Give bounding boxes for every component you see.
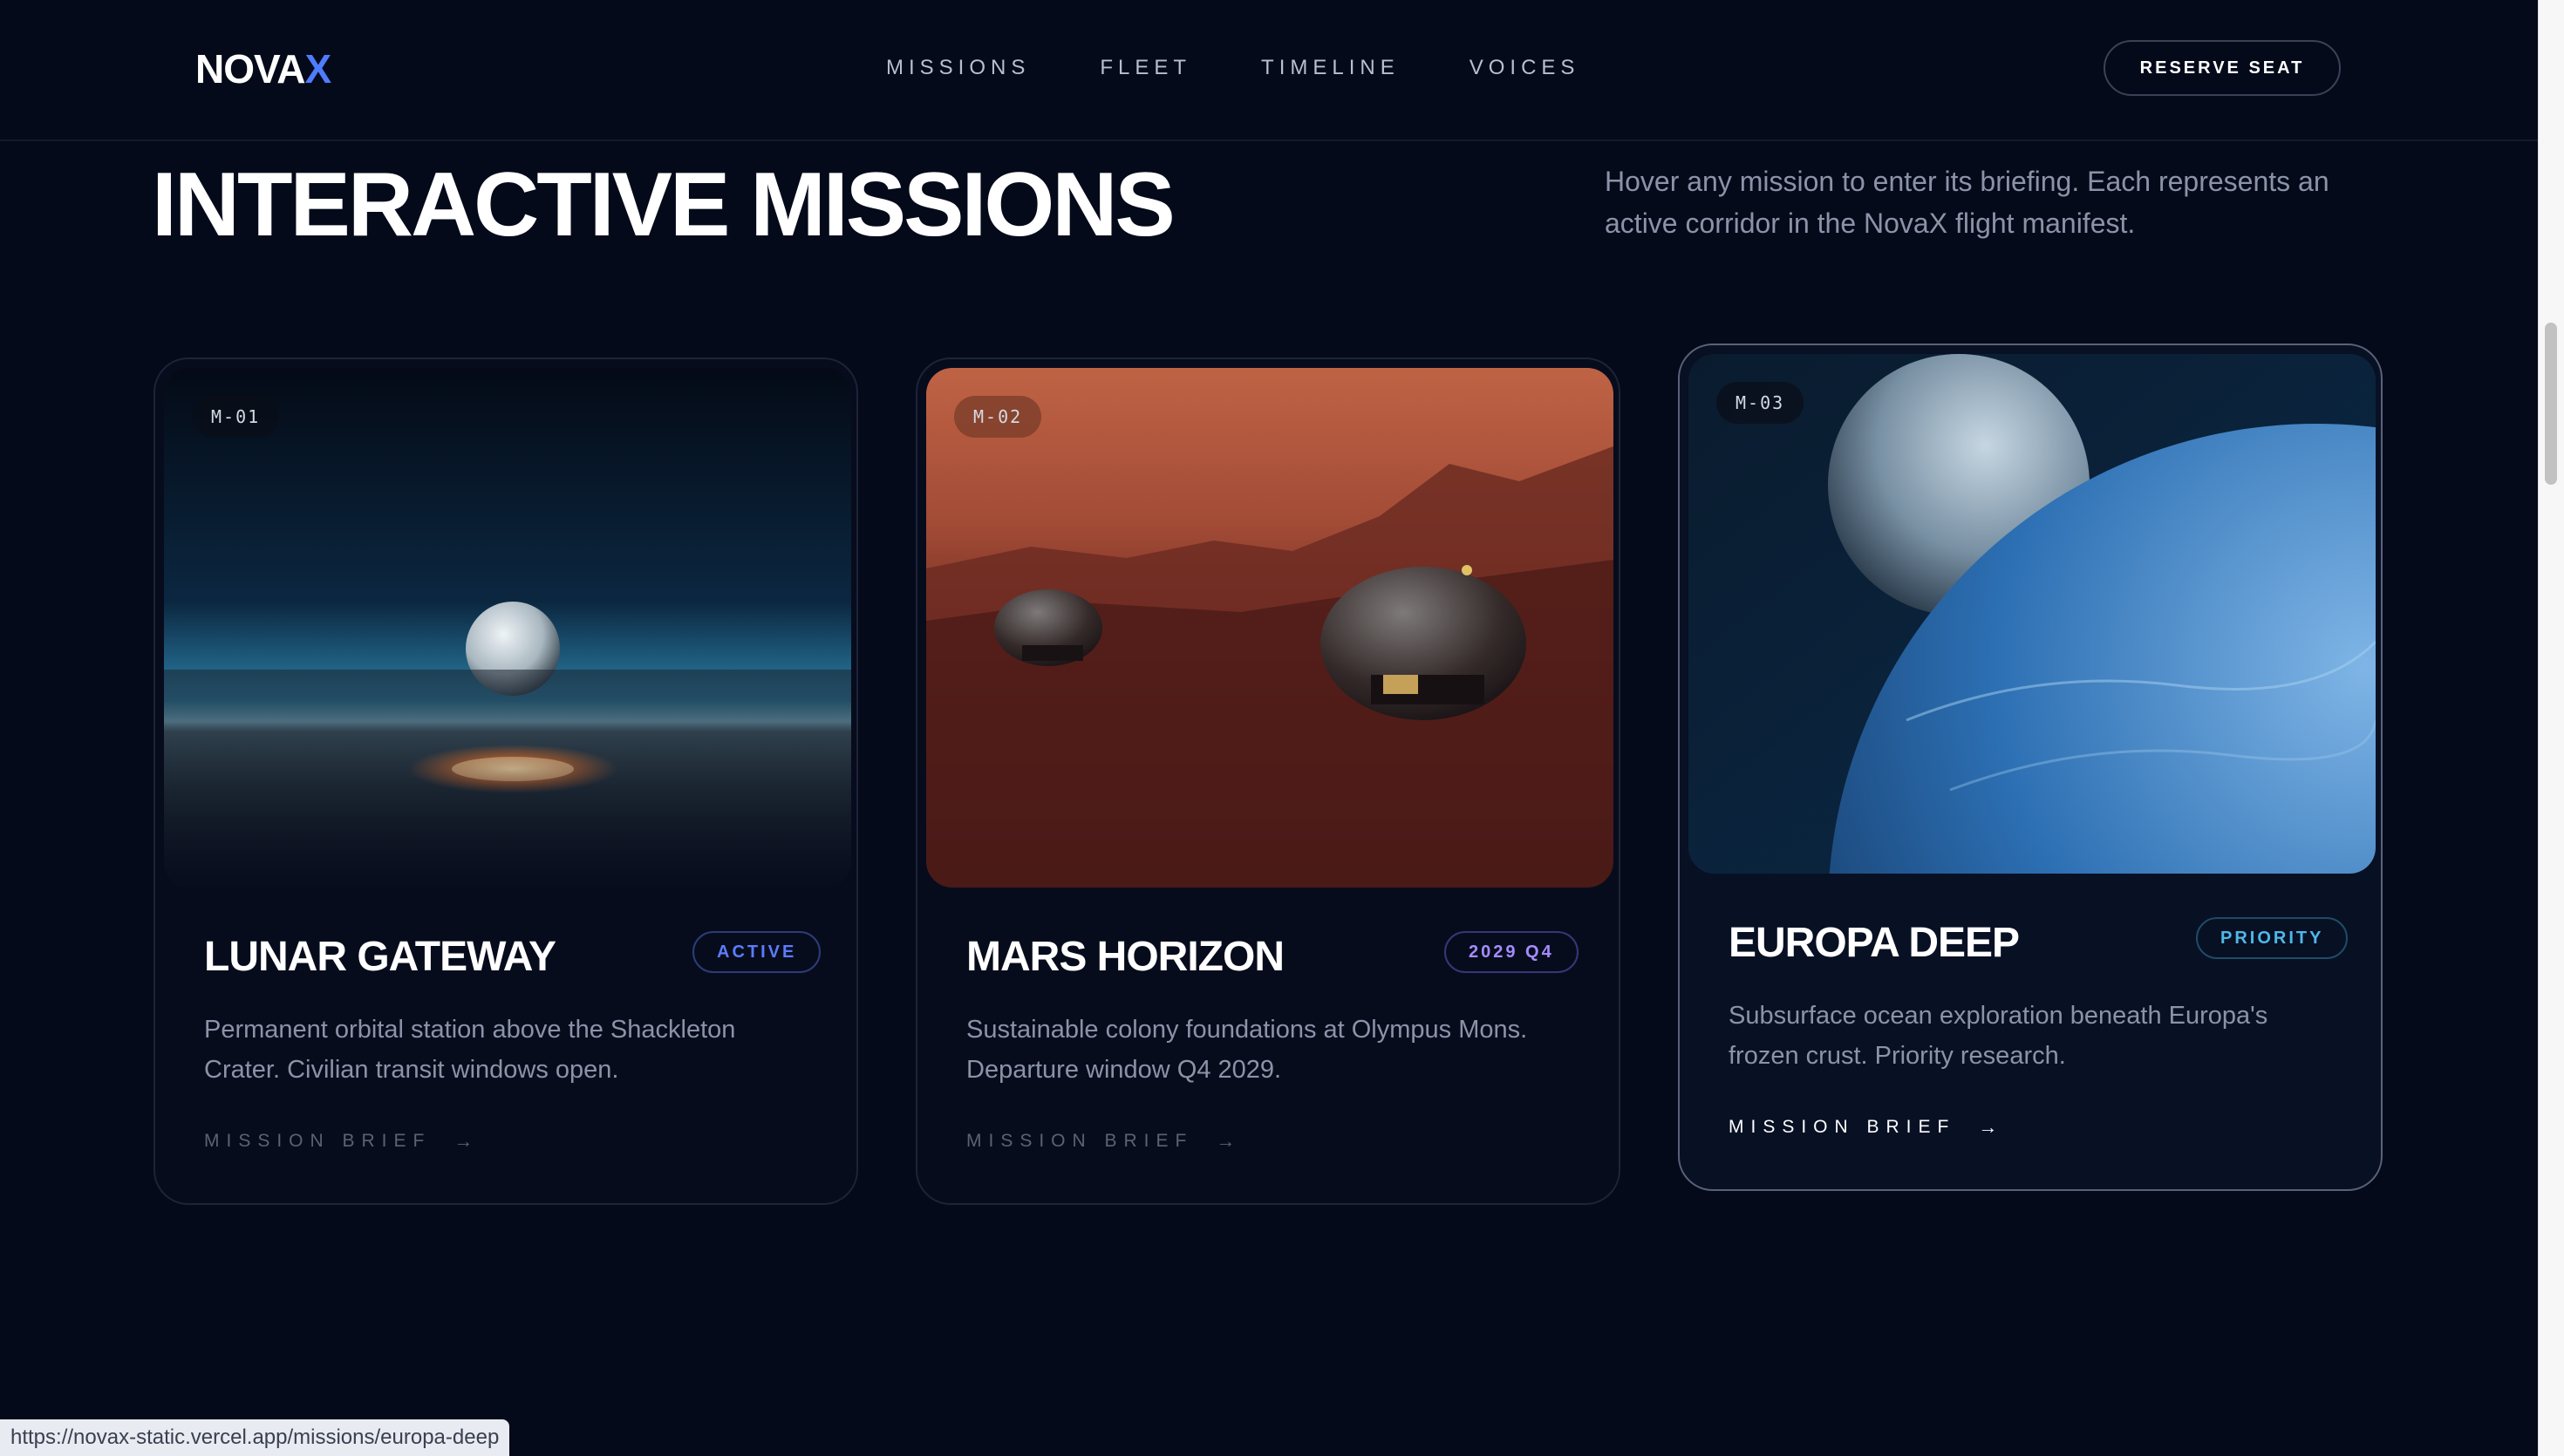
nav-voices[interactable]: VOICES	[1470, 56, 1580, 80]
mission-title: LUNAR GATEWAY	[204, 934, 556, 980]
status-badge: ACTIVE	[692, 931, 822, 973]
arrow-right-icon: →	[1978, 1116, 1998, 1138]
europa-planet-image	[1688, 354, 2376, 874]
mission-image-mars: M-02	[926, 368, 1613, 888]
mission-brief-label: MISSION BRIEF	[966, 1131, 1194, 1151]
lunar-surface-image	[164, 368, 851, 888]
scrollbar-track[interactable]	[2538, 0, 2564, 1456]
mission-code-tag: M-02	[954, 396, 1042, 438]
main-nav: MISSIONS FLEET TIMELINE VOICES	[886, 56, 1649, 80]
mission-code-tag: M-01	[192, 396, 280, 438]
nav-fleet[interactable]: FLEET	[1100, 56, 1191, 80]
mission-image-europa: M-03	[1688, 354, 2376, 874]
status-badge: 2029 Q4	[1444, 931, 1579, 973]
mission-title: MARS HORIZON	[966, 934, 1285, 980]
mission-description: Permanent orbital station above the Shac…	[204, 1016, 736, 1084]
scrollbar-thumb[interactable]	[2545, 323, 2557, 485]
logo[interactable]: NOVAX	[195, 45, 331, 92]
status-bar-url: https://novax-static.vercel.app/missions…	[0, 1419, 510, 1456]
mission-image-lunar: M-01	[164, 368, 851, 888]
nav-missions[interactable]: MISSIONS	[886, 56, 1030, 80]
section-title: INTERACTIVE MISSIONS	[152, 154, 1176, 255]
mission-card-lunar-gateway[interactable]: M-01 LUNAR GATEWAY ACTIVE Permanent orbi…	[153, 357, 858, 1205]
mission-brief-link[interactable]: MISSION BRIEF →	[204, 1130, 473, 1153]
nav-timeline[interactable]: TIMELINE	[1261, 56, 1400, 80]
mission-description: Sustainable colony foundations at Olympu…	[966, 1016, 1528, 1084]
mission-brief-link[interactable]: MISSION BRIEF →	[966, 1130, 1235, 1153]
mission-description: Subsurface ocean exploration beneath Eur…	[1729, 1002, 2268, 1070]
arrow-right-icon: →	[1216, 1130, 1236, 1152]
mission-brief-link[interactable]: MISSION BRIEF →	[1729, 1116, 1997, 1139]
logo-wordmark: NOVA	[195, 46, 305, 92]
reserve-seat-button[interactable]: RESERVE SEAT	[2104, 40, 2341, 96]
mission-brief-label: MISSION BRIEF	[1729, 1117, 1956, 1137]
status-badge: PRIORITY	[2196, 917, 2349, 959]
arrow-right-icon: →	[453, 1130, 474, 1152]
mission-card-europa-deep[interactable]: M-03 EUROPA DEEP PRIORITY Subsurface oce…	[1678, 344, 2383, 1191]
mars-habitat-image	[926, 368, 1613, 888]
site-header: NOVAX MISSIONS FLEET TIMELINE VOICES RES…	[0, 0, 2538, 141]
mission-brief-label: MISSION BRIEF	[204, 1131, 432, 1151]
page: NOVAX MISSIONS FLEET TIMELINE VOICES RES…	[0, 0, 2564, 1456]
section-description: Hover any mission to enter its briefing.…	[1605, 166, 2329, 239]
mission-card-mars-horizon[interactable]: M-02 MARS HORIZON 2029 Q4 Sustainable co…	[916, 357, 1620, 1205]
mission-title: EUROPA DEEP	[1729, 920, 2020, 966]
logo-accent: X	[304, 46, 332, 92]
mission-code-tag: M-03	[1716, 382, 1804, 424]
